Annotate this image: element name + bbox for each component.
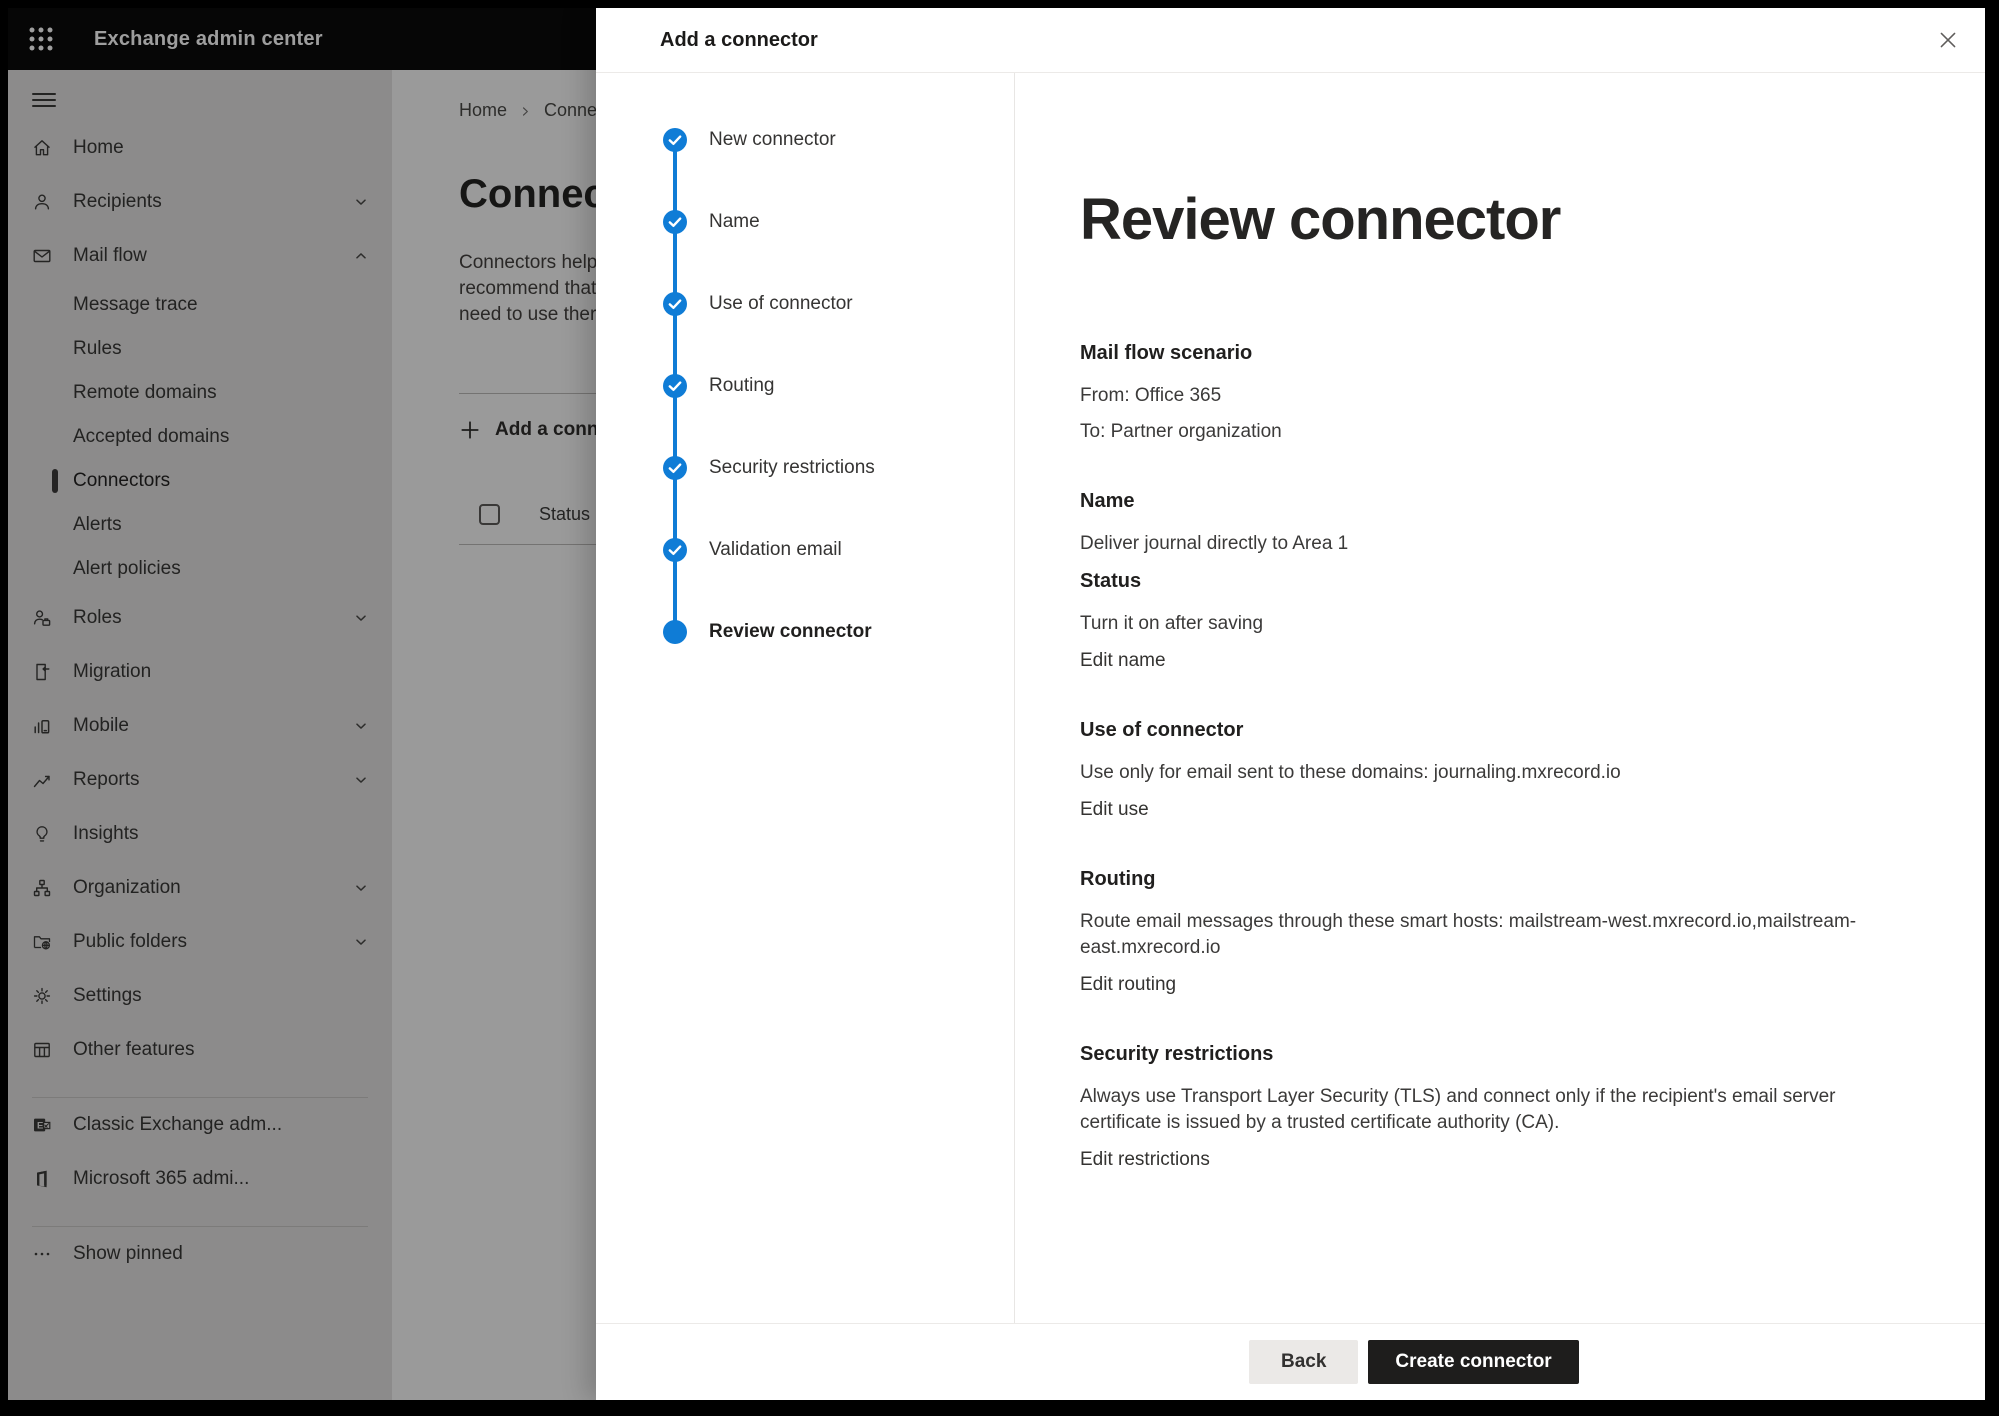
step-name: Name (663, 210, 760, 234)
step-complete-icon (663, 538, 687, 562)
step-validation-email: Validation email (663, 538, 842, 562)
edit-name-link[interactable]: Edit name (1080, 648, 1166, 674)
review-value: Route email messages through these smart… (1080, 909, 1880, 961)
review-heading: Review connector (1080, 185, 1880, 255)
review-section-name: Name Deliver journal directly to Area 1 … (1080, 487, 1880, 674)
review-subsection-status: Status Turn it on after saving (1080, 567, 1880, 637)
review-section-security-restrictions: Security restrictions Always use Transpo… (1080, 1040, 1880, 1173)
review-section-routing: Routing Route email messages through the… (1080, 865, 1880, 998)
step-review-connector: Review connector (663, 620, 872, 644)
edit-restrictions-link[interactable]: Edit restrictions (1080, 1147, 1210, 1173)
step-routing: Routing (663, 374, 775, 398)
step-complete-icon (663, 128, 687, 152)
step-use-of-connector: Use of connector (663, 292, 853, 316)
back-button[interactable]: Back (1249, 1340, 1358, 1384)
review-section-mail-flow-scenario: Mail flow scenario From: Office 365 To: … (1080, 339, 1880, 445)
review-value: Always use Transport Layer Security (TLS… (1080, 1084, 1880, 1136)
review-value: From: Office 365 (1080, 383, 1880, 409)
close-button[interactable] (1933, 25, 1963, 55)
step-complete-icon (663, 292, 687, 316)
app-window: Exchange admin center Home (8, 8, 1985, 1400)
dialog-body: New connector Name Use of connector (596, 73, 1985, 1323)
wizard-stepper: New connector Name Use of connector (596, 73, 1015, 1323)
step-security-restrictions: Security restrictions (663, 456, 875, 480)
edit-use-link[interactable]: Edit use (1080, 797, 1149, 823)
close-icon (1937, 29, 1959, 51)
step-new-connector: New connector (663, 128, 836, 152)
review-section-use-of-connector: Use of connector Use only for email sent… (1080, 716, 1880, 823)
step-complete-icon (663, 374, 687, 398)
dialog-title: Add a connector (660, 29, 818, 52)
review-value: Use only for email sent to these domains… (1080, 760, 1880, 786)
step-current-icon (663, 620, 687, 644)
edit-routing-link[interactable]: Edit routing (1080, 972, 1176, 998)
review-pane: Review connector Mail flow scenario From… (1015, 73, 1920, 1323)
dialog-header: Add a connector (596, 8, 1985, 73)
screenshot-frame: Exchange admin center Home (0, 0, 1999, 1416)
step-complete-icon (663, 210, 687, 234)
review-value: Deliver journal directly to Area 1 (1080, 531, 1880, 557)
footer-buttons: Back Create connector (1249, 1340, 1579, 1384)
review-value: To: Partner organization (1080, 419, 1880, 445)
review-value: Turn it on after saving (1080, 611, 1880, 637)
create-connector-button[interactable]: Create connector (1368, 1340, 1578, 1384)
step-complete-icon (663, 456, 687, 480)
dialog-footer: Back Create connector (596, 1323, 1985, 1400)
add-connector-dialog: Add a connector New connector (596, 8, 1985, 1400)
